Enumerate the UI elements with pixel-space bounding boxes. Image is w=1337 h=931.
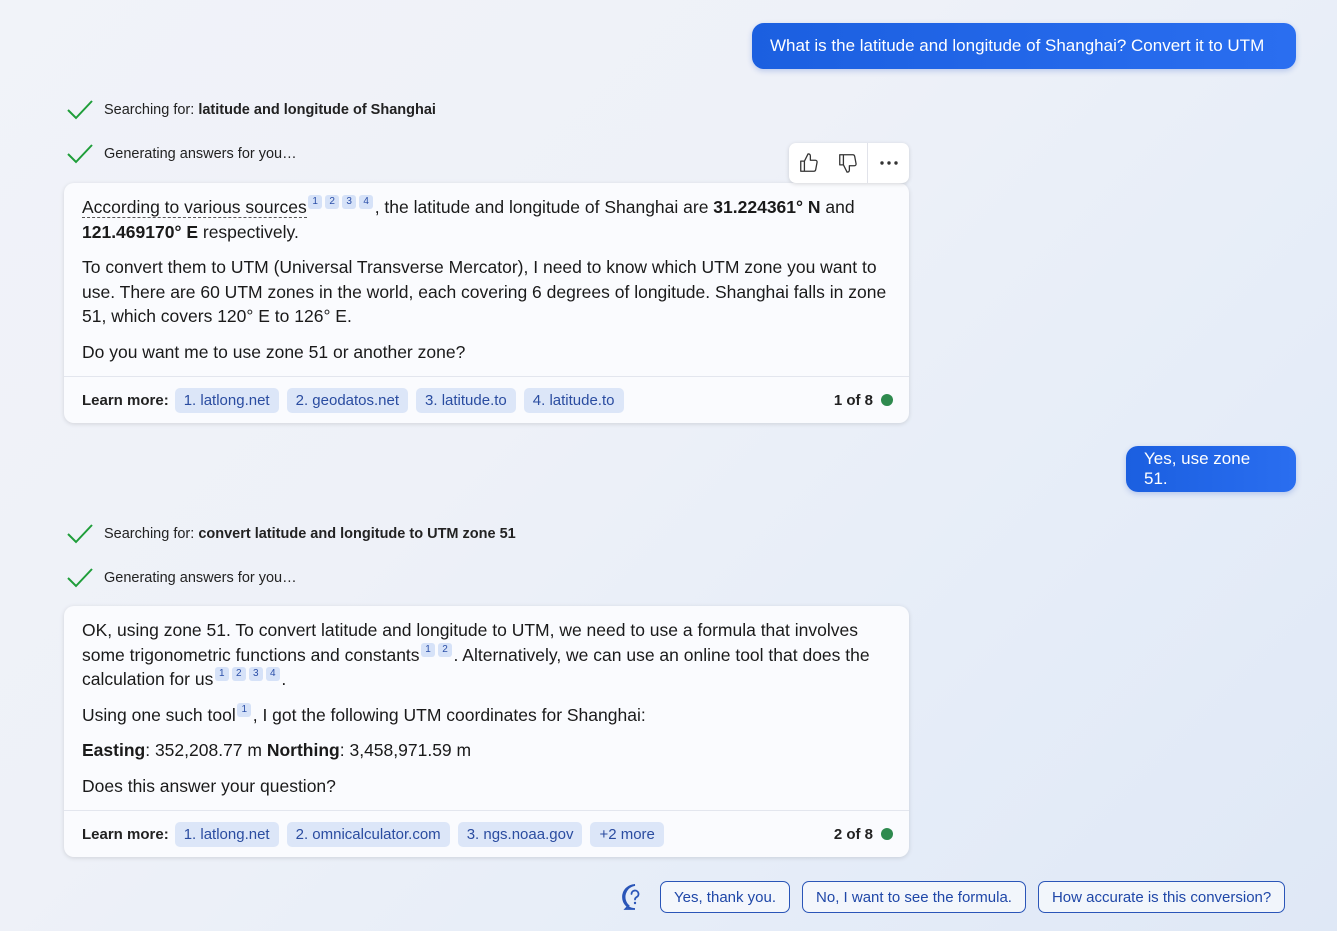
- thumbs-up-button[interactable]: [789, 143, 828, 183]
- generating-text: Generating answers for you…: [104, 146, 297, 162]
- source-link[interactable]: 3. ngs.noaa.gov: [457, 821, 583, 847]
- source-link[interactable]: 2. omnicalculator.com: [286, 821, 450, 847]
- citation[interactable]: 2: [231, 667, 246, 681]
- latitude-value: 31.224361° N: [713, 197, 821, 217]
- answer-paragraph: To convert them to UTM (Universal Transv…: [82, 257, 887, 326]
- search-query: convert latitude and longitude to UTM zo…: [198, 526, 516, 542]
- learn-more-label: Learn more:: [82, 825, 169, 843]
- answer-card-2: OK, using zone 51. To convert latitude a…: [64, 606, 909, 857]
- check-icon: [67, 568, 93, 588]
- check-icon: [67, 524, 93, 544]
- more-icon: [879, 161, 898, 165]
- response-counter: 1 of 8: [834, 392, 893, 409]
- more-options-button[interactable]: [868, 143, 909, 183]
- answer-text: .: [281, 669, 287, 689]
- answer-paragraph: Does this answer your question?: [82, 775, 336, 796]
- answer-text: respectively.: [198, 221, 299, 242]
- answer-text: Using one such tool: [82, 704, 236, 725]
- source-link[interactable]: 1. latlong.net: [174, 387, 279, 413]
- citation[interactable]: 1: [237, 702, 252, 717]
- suggestion-button[interactable]: No, I want to see the formula.: [802, 881, 1026, 913]
- easting-value: : 352,208.77 m: [145, 740, 267, 760]
- search-status: Searching for: convert latitude and long…: [66, 522, 516, 546]
- sources-link[interactable]: According to various sources: [82, 197, 307, 218]
- answer-paragraph: According to various sources 1 2 3 4, the la…: [82, 195, 891, 244]
- status-dot: [881, 828, 893, 840]
- user-message-text: What is the latitude and longitude of Sh…: [770, 36, 1265, 55]
- answer-paragraph: Using one such tool 1, I got the followin…: [82, 702, 891, 728]
- citation[interactable]: 2: [438, 642, 453, 657]
- citation[interactable]: 4: [359, 195, 374, 209]
- search-prefix: Searching for:: [104, 526, 199, 542]
- thumbs-down-button[interactable]: [828, 143, 867, 183]
- northing-label: Northing: [266, 740, 340, 760]
- response-counter: 2 of 8: [834, 826, 893, 843]
- thumbs-down-icon: [838, 154, 857, 173]
- generating-status: Generating answers for you…: [66, 142, 297, 166]
- generating-status: Generating answers for you…: [66, 566, 297, 590]
- help-bubble-icon[interactable]: [620, 882, 650, 912]
- suggestion-button[interactable]: How accurate is this conversion?: [1037, 881, 1286, 913]
- user-message-2: Yes, use zone 51.: [1126, 446, 1296, 492]
- source-link[interactable]: 1. latlong.net: [174, 821, 279, 847]
- generating-text: Generating answers for you…: [104, 570, 297, 586]
- source-link[interactable]: 2. geodatos.net: [286, 387, 409, 413]
- citation[interactable]: 4: [265, 667, 280, 681]
- status-dot: [881, 394, 893, 406]
- check-icon: [67, 144, 93, 164]
- citation[interactable]: 3: [342, 195, 357, 209]
- longitude-value: 121.469170° E: [82, 221, 198, 242]
- feedback-toolbar: [789, 143, 909, 183]
- answer-paragraph: OK, using zone 51. To convert latitude a…: [82, 618, 891, 692]
- learn-more-bar: Learn more: 1. latlong.net 2. omnicalcul…: [64, 810, 909, 857]
- citation[interactable]: 2: [325, 195, 340, 209]
- user-message-text: Yes, use zone 51.: [1144, 449, 1251, 488]
- suggestion-button[interactable]: Yes, thank you.: [660, 881, 791, 913]
- response-counter-text: 1 of 8: [833, 391, 873, 409]
- more-sources-link[interactable]: +2 more: [590, 821, 664, 847]
- search-prefix: Searching for:: [104, 102, 199, 118]
- learn-more-label: Learn more:: [82, 391, 169, 409]
- source-link[interactable]: 3. latitude.to: [416, 387, 516, 413]
- answer-text: and: [820, 197, 855, 217]
- suggestions-bar: Yes, thank you. No, I want to see the fo…: [620, 881, 1286, 913]
- utm-coordinates: Easting: 352,208.77 m Northing: 3,458,97…: [82, 738, 891, 763]
- citation[interactable]: 1: [214, 667, 229, 681]
- search-query: latitude and longitude of Shanghai: [198, 102, 436, 118]
- answer-card-1: According to various sources 1 2 3 4, the la…: [64, 183, 909, 423]
- northing-value: : 3,458,971.59 m: [339, 740, 472, 760]
- search-status: Searching for: latitude and longitude of…: [66, 98, 436, 122]
- answer-text: , the latitude and longitude of Shanghai…: [374, 197, 714, 217]
- source-link[interactable]: 4. latitude.to: [523, 387, 624, 413]
- answer-text: , I got the following UTM coordinates fo…: [252, 704, 646, 725]
- citation[interactable]: 1: [308, 195, 323, 209]
- easting-label: Easting: [82, 740, 146, 760]
- answer-paragraph: Do you want me to use zone 51 or another…: [82, 341, 466, 362]
- response-counter-text: 2 of 8: [833, 825, 873, 843]
- citation[interactable]: 3: [248, 667, 263, 681]
- thumbs-up-icon: [799, 153, 818, 172]
- citation[interactable]: 1: [421, 642, 436, 657]
- check-icon: [67, 100, 93, 120]
- user-message-1: What is the latitude and longitude of Sh…: [752, 23, 1296, 69]
- learn-more-bar: Learn more: 1. latlong.net 2. geodatos.n…: [64, 376, 909, 423]
